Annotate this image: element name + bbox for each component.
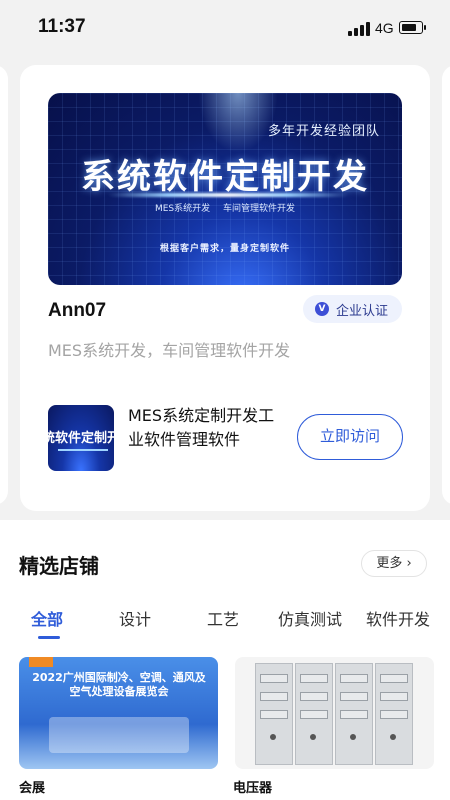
tab-process[interactable]: 工艺 <box>207 606 239 630</box>
banner-title: 系统软件定制开发 <box>81 157 369 197</box>
shop-description: MES系统开发，车间管理软件开发 <box>48 341 291 360</box>
store-card-transformer[interactable] <box>235 657 434 769</box>
battery-icon <box>399 21 426 34</box>
next-card-peek[interactable] <box>442 65 450 505</box>
prev-card-peek[interactable] <box>0 65 8 505</box>
chevron-right-icon: › <box>402 556 412 571</box>
tab-all[interactable]: 全部 <box>31 606 63 630</box>
signal-icon <box>348 22 370 36</box>
tab-design[interactable]: 设计 <box>119 606 151 630</box>
product-title[interactable]: MES系统定制开发工业软件管理软件 <box>128 404 288 452</box>
battery-level <box>401 23 416 31</box>
banner-subtitle: 多年开发经验团队 <box>267 124 380 139</box>
network-type: 4G <box>375 20 394 36</box>
enterprise-verified-badge: V 企业认证 <box>303 295 402 323</box>
store-card-expo[interactable]: 2022广州国际制冷、空调、通风及空气处理设备展览会 <box>19 657 218 769</box>
banner-slogan: 根据客户需求，量身定制软件 <box>159 244 290 254</box>
status-time: 11:37 <box>38 16 86 37</box>
cabinet-unit <box>295 663 333 765</box>
shop-carousel[interactable]: 多年开发经验团队 系统软件定制开发 MES系统开发 车间管理软件开发 根据客户需… <box>0 55 450 520</box>
banner-light-beam <box>198 93 278 153</box>
tab-software-dev[interactable]: 软件开发 <box>366 606 430 630</box>
shop-card[interactable]: 多年开发经验团队 系统软件定制开发 MES系统开发 车间管理软件开发 根据客户需… <box>20 65 430 511</box>
tab-simulation-testing[interactable]: 仿真测试 <box>278 606 342 630</box>
expo-image-text: 2022广州国际制冷、空调、通风及空气处理设备展览会 <box>32 671 206 698</box>
shop-banner[interactable]: 多年开发经验团队 系统软件定制开发 MES系统开发 车间管理软件开发 根据客户需… <box>48 93 402 285</box>
featured-stores-section: 精选店铺 更多 › 全部 设计 工艺 仿真测试 软件开发 2022广州国际制冷、… <box>0 520 450 800</box>
cabinet-unit <box>375 663 413 765</box>
status-bar: 11:37 4G <box>0 0 450 55</box>
expo-photo-strip <box>49 717 189 753</box>
banner-tag: 车间管理软件开发 <box>223 204 296 214</box>
category-tabs: 全部 设计 工艺 仿真测试 软件开发 <box>0 606 450 642</box>
active-tab-indicator <box>38 636 60 639</box>
banner-tag: MES系统开发 <box>154 204 211 214</box>
section-title: 精选店铺 <box>19 554 99 578</box>
thumbnail-flare <box>58 449 108 451</box>
badge-label: 企业认证 <box>336 304 389 319</box>
cabinet-unit <box>255 663 293 765</box>
banner-tags: MES系统开发 车间管理软件开发 <box>48 201 402 214</box>
expo-logo <box>29 657 53 667</box>
visit-now-button[interactable]: 立即访问 <box>297 414 403 460</box>
cabinet-unit <box>335 663 373 765</box>
more-button[interactable]: 更多 › <box>361 550 427 577</box>
product-thumbnail[interactable]: 统软件定制开发 <box>48 405 114 471</box>
store-label: 电压器 <box>233 781 273 796</box>
thumbnail-text: 统软件定制开发 <box>48 431 114 446</box>
store-label: 会展 <box>19 781 46 796</box>
verified-icon: V <box>315 302 329 316</box>
shop-name: Ann07 <box>48 300 107 321</box>
more-label: 更多 <box>376 556 403 571</box>
